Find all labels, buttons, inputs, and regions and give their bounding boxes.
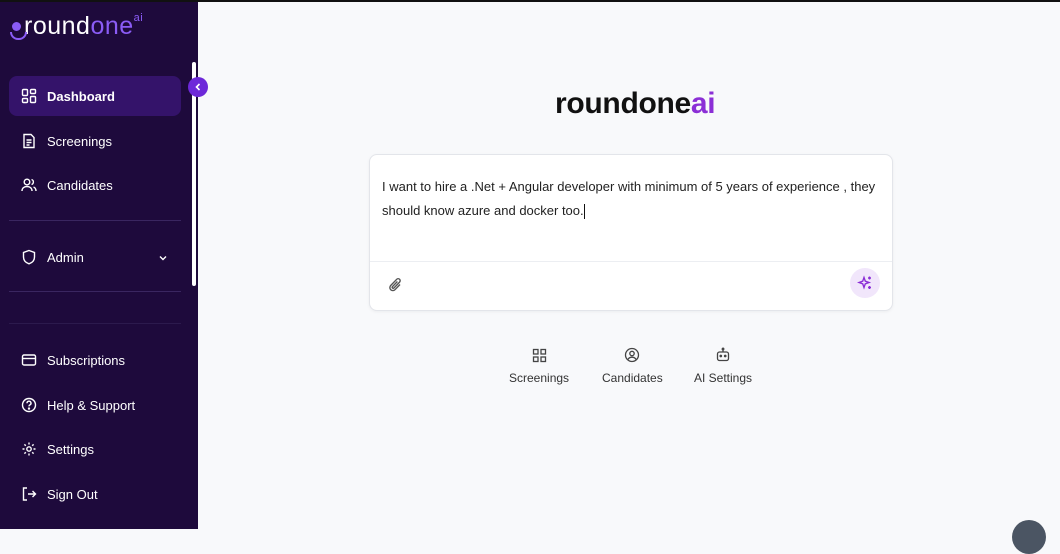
sidebar-item-screenings[interactable]: Screenings bbox=[9, 121, 181, 161]
sidebar-item-subscriptions[interactable]: Subscriptions bbox=[9, 340, 181, 380]
sidebar-item-label: Settings bbox=[47, 441, 94, 457]
prompt-composer: I want to hire a .Net + Angular develope… bbox=[369, 154, 893, 311]
question-circle-icon bbox=[21, 397, 37, 413]
sidebar-logo[interactable]: roundoneai bbox=[10, 12, 144, 40]
sidebar-divider bbox=[9, 220, 181, 221]
chat-support-button[interactable] bbox=[1012, 520, 1046, 554]
quick-action-ai-settings[interactable]: AI Settings bbox=[694, 346, 752, 385]
paperclip-icon[interactable] bbox=[388, 276, 404, 299]
quick-action-label: Candidates bbox=[602, 371, 663, 385]
sign-out-icon bbox=[21, 486, 37, 502]
sidebar-item-settings[interactable]: Settings bbox=[9, 429, 181, 469]
user-circle-icon bbox=[624, 346, 640, 364]
document-icon bbox=[21, 133, 37, 149]
main-logo: roundoneai bbox=[555, 87, 716, 121]
logo-person-icon bbox=[10, 22, 27, 40]
robot-icon bbox=[715, 346, 731, 364]
main-logo-accent: ai bbox=[690, 87, 716, 120]
logo-text-ai: ai bbox=[133, 12, 144, 24]
shield-icon bbox=[21, 249, 37, 265]
sidebar-item-label: Dashboard bbox=[47, 88, 115, 104]
sidebar-item-dashboard[interactable]: Dashboard bbox=[9, 76, 181, 116]
sidebar-item-label: Help & Support bbox=[47, 397, 136, 413]
users-icon bbox=[21, 177, 37, 193]
quick-action-label: AI Settings bbox=[694, 371, 753, 385]
prompt-text: I want to hire a .Net + Angular develope… bbox=[382, 179, 876, 218]
credit-card-icon bbox=[21, 352, 37, 368]
text-caret bbox=[583, 204, 585, 220]
sparkles-icon bbox=[857, 275, 872, 290]
window-top-border bbox=[0, 0, 1060, 2]
collapse-sidebar-button[interactable] bbox=[188, 77, 208, 97]
sidebar-divider bbox=[9, 291, 181, 292]
prompt-textarea[interactable]: I want to hire a .Net + Angular develope… bbox=[382, 175, 877, 223]
composer-divider bbox=[370, 261, 892, 262]
sidebar-item-sign-out[interactable]: Sign Out bbox=[9, 474, 181, 514]
dashboard-grid-icon bbox=[21, 88, 37, 104]
gear-icon bbox=[21, 441, 37, 457]
logo-text-round: round bbox=[24, 12, 91, 40]
sidebar: roundoneai Dashboard Screenings Candidat… bbox=[0, 0, 198, 529]
sidebar-item-label: Subscriptions bbox=[47, 352, 126, 368]
quick-action-screenings[interactable]: Screenings bbox=[509, 346, 569, 385]
sidebar-divider bbox=[9, 323, 181, 324]
quick-action-label: Screenings bbox=[509, 371, 570, 385]
chevron-left-icon bbox=[195, 83, 201, 91]
chevron-down-icon[interactable] bbox=[158, 250, 168, 268]
grid-icon bbox=[532, 346, 547, 364]
sidebar-item-label: Candidates bbox=[47, 177, 113, 193]
generate-button[interactable] bbox=[850, 268, 880, 298]
main-logo-text: roundone bbox=[555, 87, 691, 120]
sidebar-item-label: Admin bbox=[47, 249, 84, 265]
sidebar-item-candidates[interactable]: Candidates bbox=[9, 165, 181, 205]
sidebar-item-label: Screenings bbox=[47, 133, 113, 149]
sidebar-item-label: Sign Out bbox=[47, 486, 98, 502]
sidebar-item-admin[interactable]: Admin bbox=[9, 237, 181, 277]
sidebar-item-help-support[interactable]: Help & Support bbox=[9, 385, 181, 425]
quick-action-candidates[interactable]: Candidates bbox=[602, 346, 663, 385]
logo-text-one: one bbox=[90, 12, 134, 40]
